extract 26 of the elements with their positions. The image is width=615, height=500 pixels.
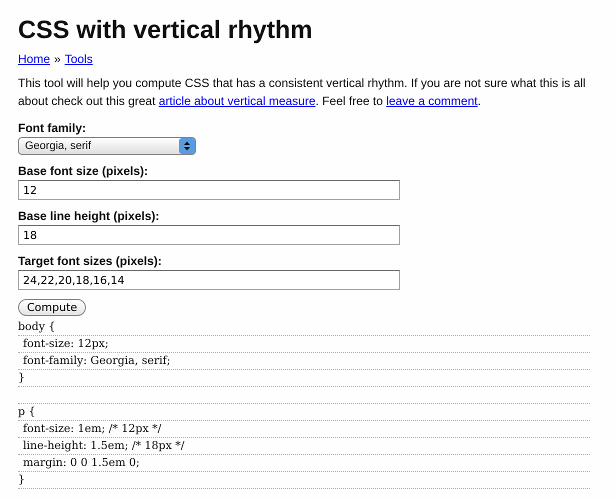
code-line: font-size: 1em; /* 12px */ bbox=[18, 421, 590, 438]
code-line: p { bbox=[18, 404, 590, 421]
text-input-field[interactable]: 18 bbox=[18, 225, 400, 245]
breadcrumb-link[interactable]: Tools bbox=[64, 52, 93, 66]
field-label: Font family: bbox=[18, 120, 86, 136]
breadcrumb-separator: » bbox=[54, 52, 61, 66]
breadcrumb-link[interactable]: Home bbox=[18, 52, 50, 66]
code-line: } bbox=[18, 370, 590, 387]
code-line: } bbox=[18, 472, 590, 489]
field-label: Base line height (pixels): bbox=[18, 208, 160, 224]
code-line: margin: 0 0 1.5em 0; bbox=[18, 455, 590, 472]
article-link[interactable]: article about vertical measure bbox=[158, 94, 316, 108]
page-title: CSS with vertical rhythm bbox=[18, 15, 313, 46]
font-family-dropdown[interactable]: Georgia, serif bbox=[18, 137, 196, 155]
field-label: Base font size (pixels): bbox=[18, 163, 148, 179]
code-line: font-size: 12px; bbox=[18, 336, 590, 353]
field-label: Target font sizes (pixels): bbox=[18, 253, 162, 269]
code-line: body { bbox=[18, 319, 590, 336]
code-line: font-family: Georgia, serif; bbox=[18, 353, 590, 370]
intro-paragraph: This tool will help you compute CSS that has a consistent vertical rhythm. If you are not sure what this is all about check out this great article about vertical measure. Feel free to leave a comment. bbox=[18, 75, 587, 110]
comment-link[interactable]: leave a comment bbox=[386, 94, 478, 108]
dropdown-arrows-icon bbox=[179, 138, 195, 154]
compute-button[interactable]: Compute bbox=[18, 299, 86, 316]
text-input-field[interactable]: 12 bbox=[18, 180, 400, 200]
text-input-field[interactable]: 24,22,20,18,16,14 bbox=[18, 270, 400, 290]
code-line: line-height: 1.5em; /* 18px */ bbox=[18, 438, 590, 455]
